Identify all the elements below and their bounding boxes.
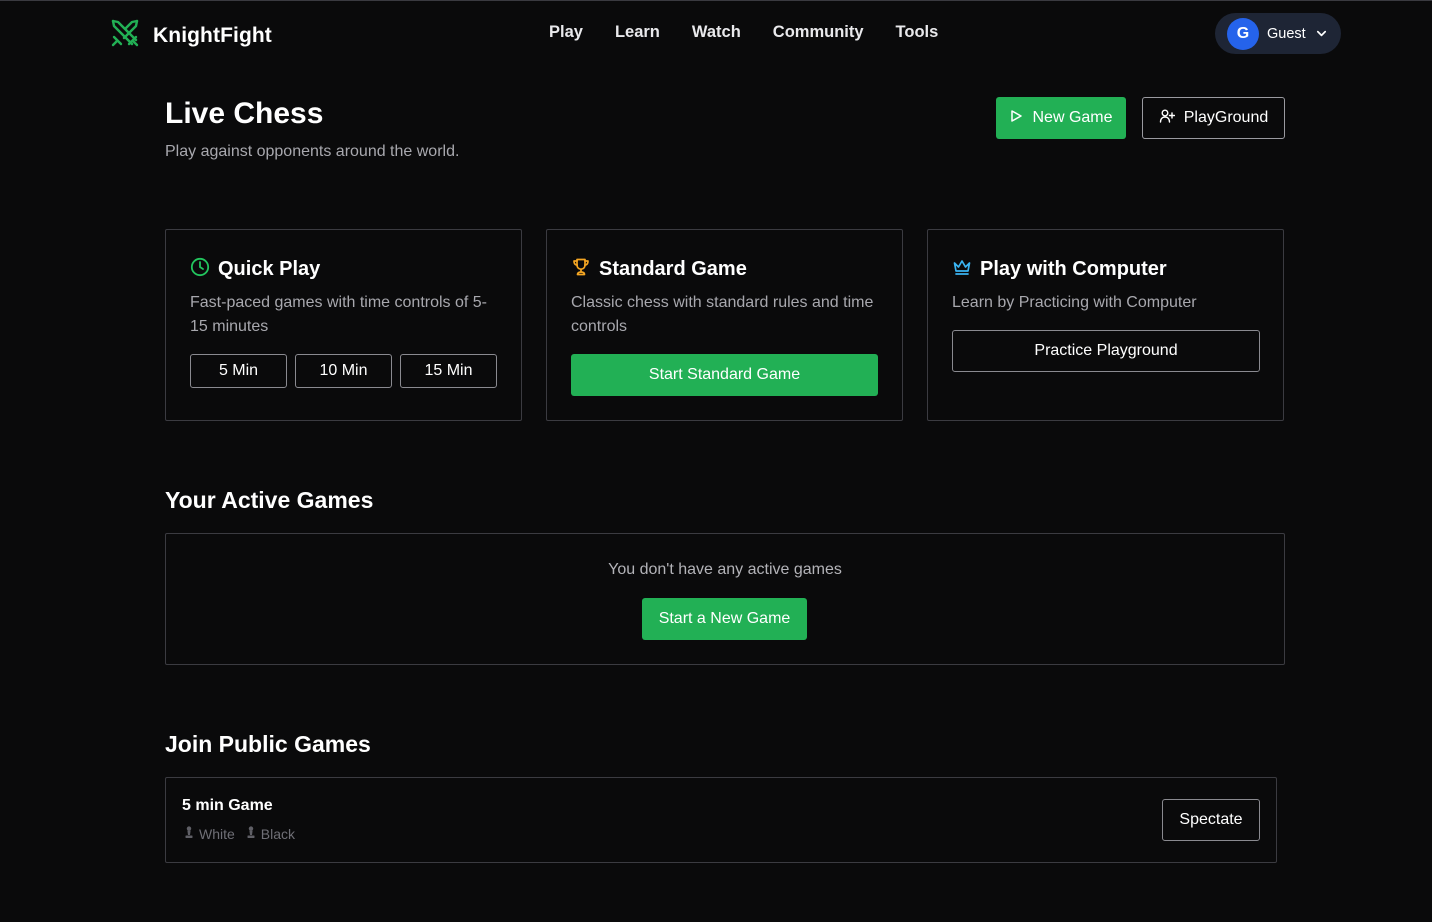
white-player-label: White (199, 826, 235, 842)
black-player: Black (246, 826, 295, 842)
playground-label: PlayGround (1183, 109, 1269, 126)
public-games-title: Join Public Games (165, 731, 371, 757)
time-15-min-button[interactable]: 15 Min (400, 354, 497, 388)
public-game-row: 5 min Game White Black Spectate (165, 777, 1277, 863)
nav-learn[interactable]: Learn (615, 23, 660, 42)
play-icon (1009, 109, 1023, 128)
spectate-button[interactable]: Spectate (1162, 799, 1260, 841)
crown-icon (952, 257, 972, 282)
active-games-title: Your Active Games (165, 487, 374, 513)
avatar: G (1227, 17, 1259, 50)
clock-icon (190, 257, 210, 282)
page-subtitle: Play against opponents around the world. (165, 143, 460, 160)
start-standard-game-button[interactable]: Start Standard Game (571, 354, 878, 396)
practice-playground-button[interactable]: Practice Playground (952, 330, 1260, 372)
user-plus-icon (1159, 108, 1175, 129)
pawn-icon (184, 826, 194, 842)
play-computer-card: Play with Computer Learn by Practicing w… (927, 229, 1284, 421)
standard-game-card: Standard Game Classic chess with standar… (546, 229, 903, 421)
top-navbar: KnightFight Play Learn Watch Community T… (0, 1, 1432, 63)
pawn-icon (246, 826, 256, 842)
crossed-swords-icon (110, 18, 140, 53)
chevron-down-icon (1315, 27, 1328, 40)
black-player-label: Black (260, 826, 296, 842)
brand[interactable]: KnightFight (110, 18, 272, 53)
new-game-label: New Game (1032, 109, 1113, 126)
trophy-icon (571, 257, 591, 282)
play-computer-title: Play with Computer (980, 258, 1167, 280)
brand-name: KnightFight (153, 23, 272, 47)
playground-button[interactable]: PlayGround (1142, 97, 1285, 139)
play-computer-header: Play with Computer (952, 257, 1167, 282)
game-name: 5 min Game (182, 797, 273, 814)
user-name: Guest (1267, 25, 1306, 42)
white-player: White (184, 826, 235, 842)
empty-state-message: You don't have any active games (608, 561, 842, 578)
quick-play-card: Quick Play Fast-paced games with time co… (165, 229, 522, 421)
play-computer-description: Learn by Practicing with Computer (952, 294, 1197, 311)
quick-play-title: Quick Play (218, 258, 321, 280)
quick-play-header: Quick Play (190, 257, 320, 282)
active-games-panel: You don't have any active games Start a … (165, 533, 1285, 665)
nav-play[interactable]: Play (549, 23, 583, 42)
standard-game-description: Classic chess with standard rules and ti… (571, 294, 874, 335)
nav-watch[interactable]: Watch (692, 23, 741, 42)
standard-game-title: Standard Game (599, 258, 747, 280)
nav-community[interactable]: Community (773, 23, 864, 42)
nav-tools[interactable]: Tools (896, 23, 939, 42)
time-5-min-button[interactable]: 5 Min (190, 354, 287, 388)
user-menu-button[interactable]: G Guest (1215, 13, 1341, 54)
page-title: Live Chess (165, 97, 324, 130)
players-list: White Black (184, 826, 306, 842)
time-10-min-button[interactable]: 10 Min (295, 354, 392, 388)
start-new-game-button[interactable]: Start a New Game (642, 598, 807, 640)
standard-game-header: Standard Game (571, 257, 747, 282)
time-control-options: 5 Min 10 Min 15 Min (190, 354, 497, 388)
new-game-button[interactable]: New Game (996, 97, 1126, 139)
main-nav: Play Learn Watch Community Tools (549, 23, 970, 42)
quick-play-description: Fast-paced games with time controls of 5… (190, 294, 488, 335)
